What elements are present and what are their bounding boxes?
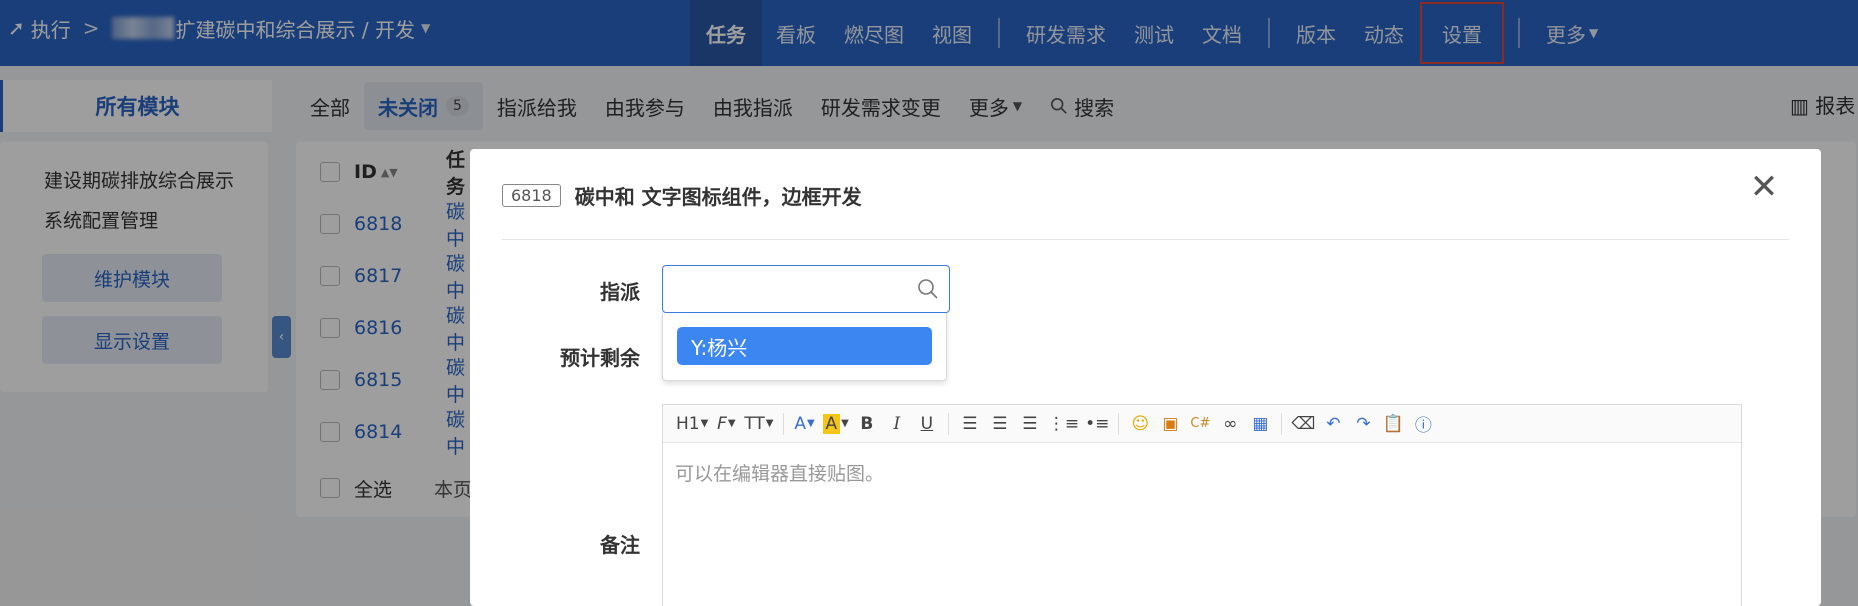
caret-down-icon: ▼ [841,418,849,429]
redo-icon[interactable]: ↷ [1348,410,1378,438]
estimate-label: 预计剩余 [560,346,640,370]
image-icon[interactable]: ▣ [1155,410,1185,438]
assignee-dropdown: Y:杨兴 [662,313,947,381]
toolbar-separator [782,412,784,435]
heading-button[interactable]: H1 ▼ [673,410,711,438]
assign-label: 指派 [600,280,640,304]
help-icon[interactable]: ⓘ [1408,410,1438,438]
toolbar-separator [947,412,949,435]
font-color-button[interactable]: A ▼ [790,410,820,438]
font-size-button[interactable]: TT ▼ [741,410,776,438]
note-label: 备注 [600,533,640,557]
unordered-list-icon[interactable]: •≡ [1082,410,1112,438]
toolbar-separator [1118,412,1120,435]
align-left-icon[interactable]: ☰ [955,410,985,438]
assign-task-modal: 6818 碳中和 文字图标组件，边框开发 ✕ 指派 Y:杨兴 预计剩余 备注 H… [470,149,1821,606]
emoji-icon[interactable]: ☺ [1125,410,1155,438]
align-center-icon[interactable]: ☰ [985,410,1015,438]
editor-placeholder: 可以在编辑器直接贴图。 [675,463,885,485]
toolbar-separator [1281,412,1283,435]
modal-title-text: 碳中和 文字图标组件，边框开发 [574,184,862,209]
code-icon[interactable]: C# [1185,410,1215,438]
caret-down-icon: ▼ [765,418,774,429]
task-id-badge: 6818 [502,183,561,207]
paste-icon[interactable]: 📋 [1378,410,1408,438]
underline-button[interactable]: U [912,410,942,438]
assign-input[interactable] [663,266,903,310]
modal-title: 6818 碳中和 文字图标组件，边框开发 [502,181,862,209]
eraser-icon[interactable]: ⌫ [1288,410,1318,438]
search-icon[interactable] [917,278,939,300]
table-icon[interactable]: ▦ [1245,410,1275,438]
rich-text-editor[interactable]: H1 ▼ F ▼ TT ▼ A ▼ A ▼ B I U ☰ ☰ ☰ ⋮≡ •≡ ☺ ▣ C… [662,404,1742,606]
italic-button[interactable]: I [882,410,912,438]
link-icon[interactable]: ∞ [1215,410,1245,438]
caret-down-icon: ▼ [700,418,709,429]
align-right-icon[interactable]: ☰ [1015,410,1045,438]
caret-down-icon: ▼ [727,418,736,429]
undo-icon[interactable]: ↶ [1318,410,1348,438]
editor-toolbar: H1 ▼ F ▼ TT ▼ A ▼ A ▼ B I U ☰ ☰ ☰ ⋮≡ •≡ ☺ ▣ C… [663,405,1741,443]
highlight-color-button[interactable]: A ▼ [820,410,852,438]
bold-button[interactable]: B [852,410,882,438]
font-family-button[interactable]: F ▼ [711,410,741,438]
caret-down-icon: ▼ [806,418,815,429]
assign-field[interactable] [662,265,950,313]
assignee-option[interactable]: Y:杨兴 [677,327,932,365]
ordered-list-icon[interactable]: ⋮≡ [1045,410,1082,438]
close-icon[interactable]: ✕ [1746,167,1782,207]
divider [502,239,1789,240]
